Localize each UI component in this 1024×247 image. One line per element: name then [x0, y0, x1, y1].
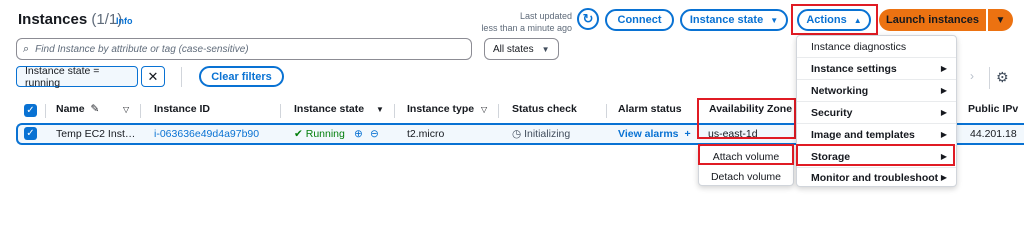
column-header-instance-id[interactable]: Instance ID: [154, 103, 210, 115]
close-icon: ✕: [147, 68, 159, 84]
last-updated-label: Last updated: [519, 11, 572, 21]
page-title-text: Instances: [18, 11, 88, 28]
launch-dropdown-button[interactable]: ▼: [988, 9, 1013, 31]
info-link[interactable]: Info: [116, 16, 133, 26]
filter-token: Instance state = running: [16, 65, 138, 89]
menu-item-monitor-and-troubleshoot[interactable]: Monitor and troubleshoot ▶: [797, 167, 956, 188]
menu-item-instance-settings[interactable]: Instance settings ▶: [797, 58, 956, 79]
divider: [45, 104, 46, 118]
highlight-attach-volume: [698, 144, 794, 165]
last-updated: Last updated less than a minute ago: [460, 10, 572, 34]
plus-icon: +: [684, 128, 691, 140]
column-header-name[interactable]: Name ✎: [56, 103, 99, 115]
check-circle-icon: ✔: [294, 128, 303, 140]
row-checkbox[interactable]: ✓: [24, 127, 37, 140]
detach-volume-item[interactable]: Detach volume: [699, 167, 793, 186]
launch-instances-button[interactable]: Launch instances: [879, 9, 986, 31]
caret-right-icon: ▶: [940, 130, 947, 139]
sort-icon[interactable]: ▽: [123, 105, 129, 114]
cell-state: ✔ Running: [294, 128, 345, 140]
chevron-right-icon[interactable]: ›: [970, 69, 974, 83]
caret-right-icon: ▶: [940, 108, 947, 117]
cell-name: Temp EC2 Inst…: [56, 128, 136, 140]
highlight-availability-zone: [697, 98, 796, 139]
last-updated-time: less than a minute ago: [481, 23, 572, 33]
caret-right-icon: ▶: [940, 64, 947, 73]
cell-public-ip: 44.201.18: [970, 128, 1017, 140]
caret-down-icon: ▼: [770, 15, 779, 25]
edit-icon: ✎: [90, 103, 100, 115]
status-label: Initializing: [524, 128, 571, 140]
column-header-alarm-status[interactable]: Alarm status: [618, 103, 682, 115]
caret-right-icon: ▶: [940, 173, 947, 182]
divider: [394, 104, 395, 118]
state-label: Running: [305, 128, 345, 140]
divider: [606, 104, 607, 118]
cell-type: t2.micro: [407, 128, 445, 140]
zoom-in-icon[interactable]: ⊕: [354, 128, 363, 140]
column-header-status-check[interactable]: Status check: [512, 103, 577, 115]
highlight-actions: [791, 4, 878, 35]
gear-icon[interactable]: ⚙: [996, 69, 1009, 86]
zoom-out-icon[interactable]: ⊖: [370, 128, 379, 140]
highlight-storage: [796, 144, 955, 166]
refresh-button[interactable]: ↻: [577, 8, 599, 30]
menu-item-security[interactable]: Security ▶: [797, 102, 956, 123]
divider: [181, 67, 182, 87]
states-value: All states: [493, 43, 534, 55]
menu-item-networking[interactable]: Networking ▶: [797, 80, 956, 101]
sort-icon[interactable]: ▽: [481, 105, 487, 114]
view-alarms-link[interactable]: View alarms +: [618, 128, 691, 140]
divider: [280, 104, 281, 118]
menu-item-image-and-templates[interactable]: Image and templates ▶: [797, 124, 956, 145]
instance-state-button[interactable]: Instance state ▼: [680, 9, 788, 31]
caret-down-icon: ▼: [541, 44, 550, 54]
clock-icon: ◷: [512, 128, 522, 140]
instance-id-link[interactable]: i-063636e49d4a97b90: [154, 128, 259, 140]
search-placeholder: Find Instance by attribute or tag (case-…: [35, 43, 249, 55]
refresh-icon: ↻: [582, 11, 594, 26]
remove-filter-button[interactable]: ✕: [141, 66, 165, 87]
caret-down-icon: ▼: [995, 14, 1006, 26]
column-header-public-ip[interactable]: Public IPv: [968, 103, 1018, 115]
instance-state-label: Instance state: [689, 14, 764, 26]
cell-status-check: ◷ Initializing: [512, 128, 570, 140]
search-icon: ⌕: [23, 42, 30, 55]
divider: [498, 104, 499, 118]
divider: [989, 67, 990, 89]
select-all-checkbox[interactable]: ✓: [24, 104, 37, 117]
column-header-instance-state[interactable]: Instance state: [294, 103, 364, 115]
connect-button[interactable]: Connect: [605, 9, 674, 31]
clear-filters-button[interactable]: Clear filters: [199, 66, 284, 87]
search-input[interactable]: ⌕ Find Instance by attribute or tag (cas…: [16, 38, 472, 60]
column-header-instance-type[interactable]: Instance type: [407, 103, 474, 115]
page-title: Instances (1/1): [18, 11, 122, 28]
states-select[interactable]: All states ▼: [484, 38, 559, 60]
sort-icon[interactable]: ▼: [376, 105, 384, 114]
divider: [140, 104, 141, 118]
menu-item-instance-diagnostics[interactable]: Instance diagnostics: [797, 36, 956, 57]
caret-right-icon: ▶: [940, 86, 947, 95]
